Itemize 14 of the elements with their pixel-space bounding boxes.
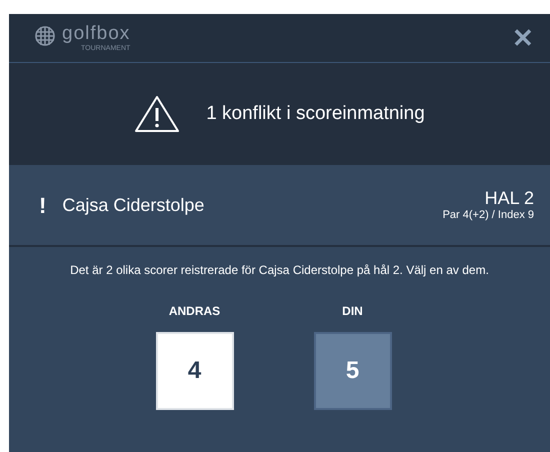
hole-info: Par 4(+2) / Index 9 [442,209,534,224]
alert-mark: ! [39,192,46,220]
score-option[interactable]: 4 [156,332,234,410]
logo-text: golfbox [62,24,130,43]
score-option[interactable]: 5 [314,332,392,410]
score-source-label: ANDRAS [168,303,220,320]
grid-logo-icon [34,25,56,47]
warning-icon [134,95,180,133]
conflict-message: Det är 2 olika scorer reistrerade för Cajsa Ciderstolpe på hål 2. Välj en av dem. [69,263,490,278]
hole-label: HAL 2 [484,186,534,210]
score-source-label: DIN [342,303,363,320]
close-button[interactable]: ✕ [512,25,534,51]
player-name: Cajsa Ciderstolpe [62,194,204,217]
conflict-title: 1 konflikt i scoreinmatning [206,102,425,126]
